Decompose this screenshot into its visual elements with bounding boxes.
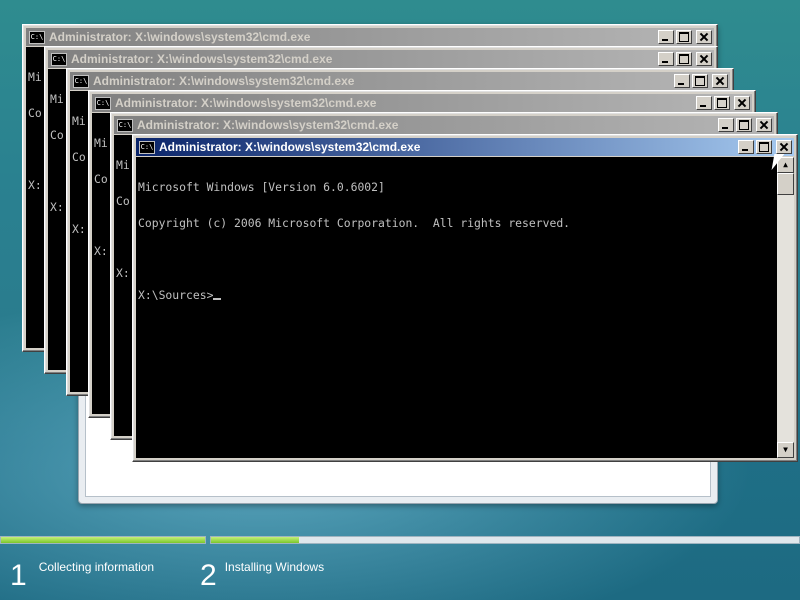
prompt-line[interactable]: X:\Sources> (136, 289, 794, 301)
maximize-button[interactable] (692, 74, 708, 88)
step-number: 2 (200, 559, 217, 592)
close-button[interactable] (756, 118, 772, 132)
title-bar[interactable]: C:\ Administrator: X:\windows\system32\c… (48, 50, 714, 68)
text-cursor (213, 298, 222, 300)
scroll-thumb[interactable] (777, 173, 794, 195)
prompt-text: X:\Sources> (138, 288, 214, 302)
cmd-window-active[interactable]: C:\ Administrator: X:\windows\system32\c… (132, 134, 798, 462)
close-button[interactable] (696, 30, 712, 44)
minimize-button[interactable] (718, 118, 734, 132)
vertical-scrollbar[interactable]: ▲ ▼ (777, 157, 794, 458)
title-bar[interactable]: C:\ Administrator: X:\windows\system32\c… (26, 28, 714, 46)
step2-progress-bar (210, 536, 800, 544)
step-number: 1 (10, 559, 27, 592)
step-label: Installing Windows (224, 560, 325, 574)
console-area[interactable]: Microsoft Windows [Version 6.0.6002] Cop… (136, 157, 794, 458)
step-label: Collecting information (38, 560, 155, 574)
minimize-button[interactable] (696, 96, 712, 110)
console-line: Microsoft Windows [Version 6.0.6002] (138, 180, 385, 194)
minimize-button[interactable] (658, 52, 674, 66)
title-bar[interactable]: C:\ Administrator: X:\windows\system32\c… (114, 116, 774, 134)
cmd-app-icon[interactable]: C:\ (73, 74, 89, 88)
minimize-button[interactable] (658, 30, 674, 44)
title-bar[interactable]: C:\ Administrator: X:\windows\system32\c… (70, 72, 730, 90)
cmd-app-icon[interactable]: C:\ (95, 96, 111, 110)
cmd-app-icon[interactable]: C:\ (117, 118, 133, 132)
cmd-app-icon[interactable]: C:\ (51, 52, 67, 66)
maximize-button[interactable] (676, 52, 692, 66)
title-bar[interactable]: C:\ Administrator: X:\windows\system32\c… (136, 138, 794, 156)
window-title: Administrator: X:\windows\system32\cmd.e… (93, 74, 355, 88)
close-button[interactable] (734, 96, 750, 110)
cmd-app-icon[interactable]: C:\ (139, 140, 155, 154)
minimize-button[interactable] (738, 140, 754, 154)
maximize-button[interactable] (714, 96, 730, 110)
close-button[interactable] (696, 52, 712, 66)
window-title: Administrator: X:\windows\system32\cmd.e… (137, 118, 399, 132)
cmd-app-icon[interactable]: C:\ (29, 30, 45, 44)
minimize-button[interactable] (674, 74, 690, 88)
window-title: Administrator: X:\windows\system32\cmd.e… (49, 30, 311, 44)
title-bar[interactable]: C:\ Administrator: X:\windows\system32\c… (92, 94, 752, 112)
window-title: Administrator: X:\windows\system32\cmd.e… (115, 96, 377, 110)
scroll-down-button[interactable]: ▼ (777, 442, 794, 458)
step2-progress-fill (211, 537, 300, 543)
setup-step-1: 1 Collecting information (10, 556, 154, 596)
window-title: Administrator: X:\windows\system32\cmd.e… (159, 140, 421, 154)
maximize-button[interactable] (736, 118, 752, 132)
step1-progress-bar (0, 536, 206, 544)
maximize-button[interactable] (676, 30, 692, 44)
console-line: Copyright (c) 2006 Microsoft Corporation… (138, 216, 571, 230)
step1-progress-fill (1, 537, 205, 543)
close-button[interactable] (776, 140, 792, 154)
setup-step-2: 2 Installing Windows (200, 556, 324, 596)
maximize-button[interactable] (756, 140, 772, 154)
close-button[interactable] (712, 74, 728, 88)
window-title: Administrator: X:\windows\system32\cmd.e… (71, 52, 333, 66)
